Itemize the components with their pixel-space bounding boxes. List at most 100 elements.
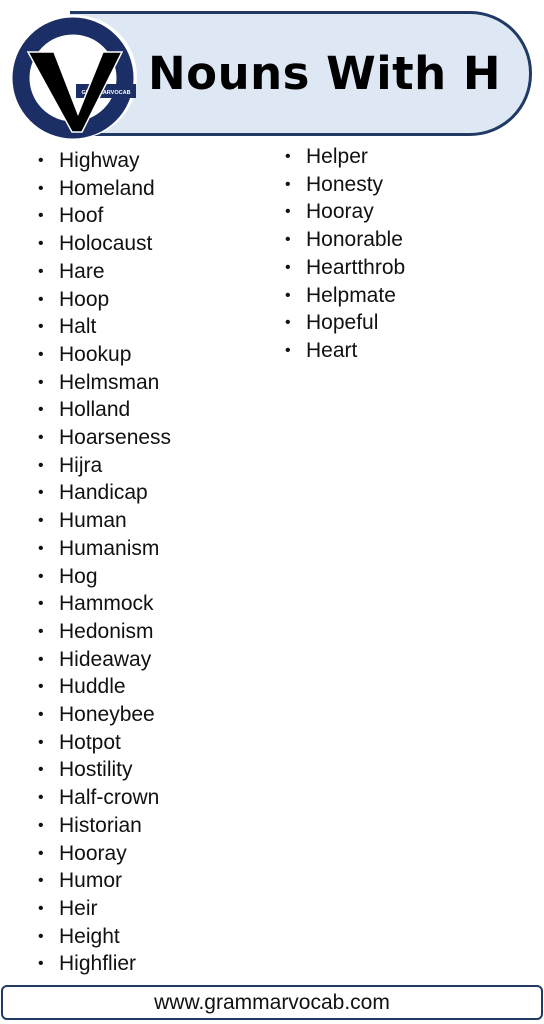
list-item: • Hoarseness (38, 424, 171, 452)
bullet-icon: • (285, 258, 291, 276)
bullet-icon: • (38, 816, 44, 834)
bullet-icon: • (38, 262, 44, 280)
list-item: • Half-crown (38, 784, 171, 812)
bullet-icon: • (38, 595, 44, 613)
noun-word: Hookup (59, 342, 132, 366)
list-item: • Heartthrob (285, 254, 405, 282)
bullet-icon: • (38, 318, 44, 336)
list-item: • Hideaway (38, 646, 171, 674)
noun-word: Honeybee (59, 703, 155, 727)
bullet-icon: • (38, 373, 44, 391)
list-item: • Highflier (38, 950, 171, 978)
noun-word: Hooray (306, 200, 374, 224)
noun-word: Holland (59, 398, 131, 422)
grammarvocab-logo: GRAMMARVOCAB (12, 15, 137, 139)
bullet-icon: • (285, 203, 291, 221)
noun-word: Heartthrob (306, 255, 406, 279)
noun-word: Huddle (59, 675, 126, 699)
noun-word: Hopeful (306, 311, 379, 335)
list-item: • Hog (38, 563, 171, 591)
list-item: • Helpmate (285, 282, 405, 310)
bullet-icon: • (285, 286, 291, 304)
list-item: • Honeybee (38, 701, 171, 729)
bullet-icon: • (38, 733, 44, 751)
bullet-icon: • (38, 345, 44, 363)
list-item: • Halt (38, 313, 171, 341)
noun-word: Honorable (306, 228, 403, 252)
list-item: • Heir (38, 895, 171, 923)
noun-word: Helper (306, 145, 368, 168)
noun-word: Hammock (59, 592, 154, 616)
list-item: • Historian (38, 812, 171, 840)
noun-word: Height (59, 924, 120, 948)
noun-list-column-1: • Highway • Homeland • Hoof • Holocaust • Hare • Ho… (38, 147, 171, 978)
bullet-icon: • (38, 484, 44, 502)
list-item: • Honesty (285, 171, 405, 199)
noun-word: Helmsman (59, 370, 160, 394)
bullet-icon: • (38, 678, 44, 696)
noun-word: Hog (59, 564, 98, 588)
bullet-icon: • (285, 314, 291, 332)
bullet-icon: • (38, 899, 44, 917)
list-item: • Heart (285, 337, 405, 365)
bullet-icon: • (285, 175, 291, 193)
noun-word: Hostility (59, 758, 133, 782)
bullet-icon: • (38, 706, 44, 724)
noun-word: Homeland (59, 176, 155, 200)
bullet-icon: • (285, 148, 291, 165)
noun-word: Historian (59, 813, 142, 837)
noun-word: Heart (306, 338, 358, 362)
bullet-icon: • (38, 761, 44, 779)
bullet-icon: • (285, 341, 291, 359)
bullet-icon: • (38, 235, 44, 253)
bullet-icon: • (38, 152, 44, 169)
noun-word: Hare (59, 259, 105, 283)
list-item: • Hammock (38, 590, 171, 618)
list-item: • Human (38, 507, 171, 535)
noun-word: Hoof (59, 204, 104, 228)
bullet-icon: • (38, 290, 44, 308)
noun-word: Highway (59, 149, 140, 172)
list-item: • Height (38, 923, 171, 951)
list-item: • Hookup (38, 341, 171, 369)
website-footer[interactable]: www.grammarvocab.com (1, 985, 543, 1020)
website-url[interactable]: www.grammarvocab.com (154, 991, 390, 1014)
list-item: • Hotpot (38, 729, 171, 757)
bullet-icon: • (38, 539, 44, 557)
list-item: • Helper (285, 143, 405, 171)
list-item: • Hijra (38, 452, 171, 480)
page-title: Nouns With H (148, 47, 502, 100)
bullet-icon: • (38, 789, 44, 807)
list-item: • Hoop (38, 286, 171, 314)
list-item: • Highway (38, 147, 171, 175)
list-item: • Humanism (38, 535, 171, 563)
list-item: • Honorable (285, 226, 405, 254)
bullet-icon: • (38, 622, 44, 640)
bullet-icon: • (38, 456, 44, 474)
noun-word: Humanism (59, 536, 160, 560)
noun-word: Hideaway (59, 647, 152, 671)
list-item: • Holocaust (38, 230, 171, 258)
noun-word: Hoarseness (59, 426, 172, 450)
bullet-icon: • (38, 650, 44, 668)
list-item: • Holland (38, 396, 171, 424)
list-item: • Homeland (38, 175, 171, 203)
noun-word: Highflier (59, 952, 137, 976)
noun-word: Hoop (59, 287, 110, 311)
bullet-icon: • (38, 872, 44, 890)
noun-word: Heir (59, 896, 98, 920)
bullet-icon: • (38, 179, 44, 197)
noun-word: Hedonism (59, 619, 154, 643)
list-item: • Hostility (38, 756, 171, 784)
noun-word: Humor (59, 869, 123, 893)
list-item: • Handicap (38, 479, 171, 507)
noun-word: Hijra (59, 453, 103, 477)
noun-word: Hooray (59, 841, 127, 865)
list-item: • Hoof (38, 202, 171, 230)
list-item: • Hopeful (285, 309, 405, 337)
noun-list-column-2: • Helper • Honesty • Hooray • Honorable • Heartth… (285, 143, 405, 365)
noun-word: Human (59, 509, 127, 533)
bullet-icon: • (38, 512, 44, 530)
noun-word: Hotpot (59, 730, 121, 754)
bullet-icon: • (38, 207, 44, 225)
